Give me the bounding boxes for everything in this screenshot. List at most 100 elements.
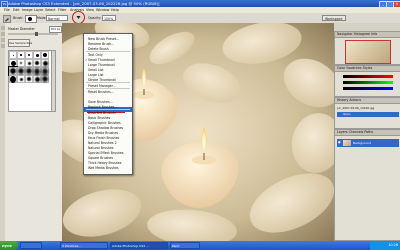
menu-item-large-thumbnail[interactable]: Large Thumbnail	[88, 63, 115, 67]
system-tray-clock: 10:26	[370, 241, 400, 250]
brush-tool-icon[interactable]	[0, 44, 5, 48]
quicklaunch-area[interactable]	[20, 242, 42, 249]
blue-slider[interactable]	[343, 87, 393, 90]
navigator-tab[interactable]: Navigator Histogram Info	[335, 32, 400, 38]
brush-preset-soft-5[interactable]	[17, 59, 25, 67]
menu-item-reset-brushes[interactable]: Reset Brushes...	[88, 90, 114, 94]
menu-layer[interactable]: Layer	[34, 8, 43, 12]
navigator-thumbnail[interactable]	[345, 40, 391, 64]
brush-preset-selected[interactable]	[8, 66, 18, 76]
move-tool-icon[interactable]	[0, 26, 5, 30]
history-step-open[interactable]: Open	[337, 112, 399, 117]
windows-taskbar: пуск 3 Windows... Adobe Photoshop CS3 ..…	[0, 241, 400, 250]
brush-preset-soft-13[interactable]	[33, 59, 41, 67]
brush-preset-soft-100[interactable]	[41, 67, 49, 75]
brush-preset-soft-45[interactable]	[25, 67, 33, 75]
lasso-tool-icon[interactable]	[0, 38, 5, 42]
menu-item-calligraphic-brushes[interactable]: Calligraphic Brushes	[88, 121, 121, 125]
brush-label: Brush:	[13, 16, 24, 20]
menu-separator	[86, 88, 130, 89]
history-tab[interactable]: History Actions	[335, 98, 400, 104]
brush-preset-5[interactable]	[25, 51, 33, 59]
menu-file[interactable]: File	[4, 8, 10, 12]
brush-picker-dropdown[interactable]	[25, 15, 37, 23]
menu-item-natural-brushes-2[interactable]: Natural Brushes 2	[88, 141, 117, 145]
menu-item-thick-heavy-brushes[interactable]: Thick Heavy Brushes	[88, 161, 121, 165]
diameter-field[interactable]: 100 px	[49, 26, 62, 33]
menu-separator	[86, 50, 130, 52]
color-tab[interactable]: Color Swatches Styles	[335, 66, 400, 72]
opacity-label: Opacity:	[88, 16, 102, 20]
brush-preset-9[interactable]	[33, 51, 41, 59]
layers-tab[interactable]: Layers Channels Paths	[335, 130, 400, 136]
menu-view[interactable]: View	[86, 8, 94, 12]
menu-item-large-list[interactable]: Large List	[88, 73, 104, 77]
checkmark-icon: ✓	[85, 57, 88, 62]
start-button[interactable]: пуск	[0, 241, 18, 250]
brush-preset-spatter-4[interactable]	[41, 75, 49, 83]
use-sample-size-button[interactable]: Use Sample Size	[8, 39, 32, 47]
menu-item-special-effect-brushes[interactable]: Special Effect Brushes	[88, 151, 124, 155]
layer-thumbnail	[343, 140, 351, 146]
menu-item-drop-shadow-brushes[interactable]: Drop Shadow Brushes	[88, 126, 123, 130]
taskbar-windows-group[interactable]: 3 Windows...	[60, 242, 108, 249]
layers-panel: Layers Channels Paths ● Background	[334, 129, 400, 241]
menu-item-small-list[interactable]: Small List	[88, 68, 103, 72]
taskbar-paint[interactable]: Paint	[170, 242, 200, 249]
window-title: Adobe Photoshop CS3 Extended - [pic_2007…	[8, 1, 160, 7]
history-snapshot[interactable]: pic_2007-03-06_10226.jpg	[337, 105, 399, 111]
layer-row-background[interactable]: ● Background	[337, 139, 399, 147]
green-slider[interactable]	[343, 81, 393, 84]
menu-item-basic-brushes[interactable]: Basic Brushes	[88, 116, 110, 120]
brush-panel-flyout-menu: New Brush Preset... Rename Brush... Delete…	[83, 33, 133, 175]
diameter-slider-thumb[interactable]	[35, 32, 38, 36]
brush-preset-hard-100[interactable]	[9, 75, 17, 83]
mode-select[interactable]: Normal	[46, 15, 68, 21]
brush-preset-13[interactable]	[41, 51, 49, 59]
menu-item-save-brushes[interactable]: Save Brushes...	[88, 100, 113, 104]
brush-preset-spatter-2[interactable]	[25, 75, 33, 83]
brush-tool-icon[interactable]	[3, 15, 11, 23]
menu-item-rename-brush[interactable]: Rename Brush...	[88, 42, 114, 46]
diameter-slider-track[interactable]	[8, 33, 58, 35]
brush-preset-soft-35[interactable]	[17, 67, 25, 75]
brush-preset-soft-9[interactable]	[25, 59, 33, 67]
menu-item-dry-media-brushes[interactable]: Dry Media Brushes	[88, 131, 118, 135]
eye-icon[interactable]: ●	[338, 140, 341, 146]
menu-help[interactable]: Help	[111, 8, 119, 12]
menu-item-wet-media-brushes[interactable]: Wet Media Brushes	[88, 166, 119, 170]
layer-name: Background	[353, 141, 371, 145]
brush-preset-19[interactable]	[9, 59, 17, 67]
marquee-tool-icon[interactable]	[0, 32, 5, 36]
menu-item-assorted-brushes[interactable]: Assorted Brushes	[88, 111, 116, 115]
menu-item-faux-finish-brushes[interactable]: Faux Finish Brushes	[88, 136, 119, 140]
menu-window[interactable]: Window	[96, 8, 109, 12]
menu-separator	[86, 81, 130, 83]
menu-edit[interactable]: Edit	[13, 8, 20, 12]
right-panels: Navigator Histogram Info Color Swatches …	[334, 23, 400, 241]
menu-select[interactable]: Select	[45, 8, 55, 12]
menu-item-text-only[interactable]: Text Only	[88, 53, 103, 57]
master-diameter-label: Master Diameter	[8, 27, 35, 31]
preset-scrollbar[interactable]	[51, 50, 56, 112]
brush-preset-spatter-1[interactable]	[17, 75, 25, 83]
menu-item-square-brushes[interactable]: Square Brushes	[88, 156, 113, 160]
menu-item-small-thumbnail[interactable]: Small Thumbnail	[88, 58, 115, 62]
red-slider[interactable]	[343, 75, 393, 78]
menu-image[interactable]: Image	[22, 8, 33, 12]
menu-item-new-brush-preset[interactable]: New Brush Preset...	[88, 37, 119, 41]
menu-item-load-brushes[interactable]: Load Brushes...	[88, 95, 113, 99]
opacity-field[interactable]: 100%	[102, 15, 116, 21]
brush-preset-spatter-3[interactable]	[33, 75, 41, 83]
history-panel: History Actions pic_2007-03-06_10226.jpg…	[334, 97, 400, 129]
brush-preset-soft-17[interactable]	[41, 59, 49, 67]
brush-preset-1[interactable]	[9, 51, 17, 59]
brush-preset-3[interactable]	[17, 51, 25, 59]
taskbar-photoshop[interactable]: Adobe Photoshop CS3 ...	[110, 242, 168, 249]
brush-preset-soft-65[interactable]	[33, 67, 41, 75]
workspace-menu[interactable]: Workspace	[322, 15, 346, 21]
brush-preset-grid	[8, 50, 52, 112]
title-bar: Ps Adobe Photoshop CS3 Extended - [pic_2…	[0, 0, 400, 8]
menu-item-natural-brushes[interactable]: Natural Brushes	[88, 146, 114, 150]
menu-filter[interactable]: Filter	[58, 8, 66, 12]
